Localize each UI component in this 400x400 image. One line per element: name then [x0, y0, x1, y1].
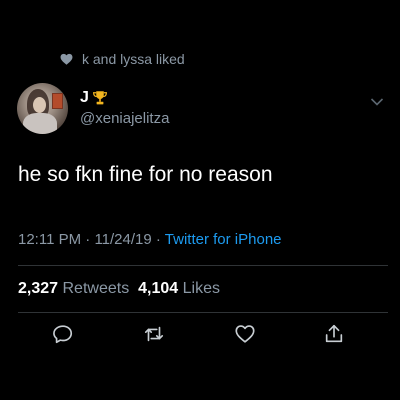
display-name[interactable]: J: [80, 89, 109, 107]
like-button[interactable]: [233, 322, 257, 346]
share-button[interactable]: [322, 322, 346, 346]
display-name-text: J: [80, 89, 89, 106]
divider: [18, 265, 388, 266]
likes-stat[interactable]: 4,104 Likes: [134, 280, 220, 297]
tweet-meta: 12:11 PM · 11/24/19 · Twitter for iPhone: [18, 231, 282, 248]
avatar[interactable]: [17, 83, 68, 134]
reply-icon: [53, 325, 73, 344]
retweets-stat[interactable]: 2,327 Retweets: [18, 280, 129, 297]
chevron-down-icon[interactable]: [370, 94, 384, 106]
social-context-text: k and lyssa liked: [82, 51, 185, 67]
tweet-source-link[interactable]: Twitter for iPhone: [165, 231, 282, 248]
reply-button[interactable]: [51, 322, 75, 346]
likes-label: Likes: [182, 280, 220, 297]
tweet-time: 12:11 PM: [18, 231, 82, 248]
likes-count: 4,104: [138, 280, 179, 297]
share-icon: [325, 324, 343, 343]
retweet-button[interactable]: [142, 322, 166, 346]
trophy-icon: [92, 91, 107, 105]
divider: [18, 312, 388, 313]
retweet-icon: [144, 326, 164, 342]
retweets-label: Retweets: [62, 280, 130, 297]
tweet-stats: 2,327 Retweets 4,104 Likes: [18, 280, 220, 298]
username[interactable]: @xenia​jelitza: [80, 110, 169, 127]
retweets-count: 2,327: [18, 280, 59, 297]
heart-outline-icon: [235, 325, 255, 343]
heart-icon: [60, 53, 73, 65]
tweet-text: he so fkn fine for no reason: [18, 163, 273, 186]
social-context[interactable]: k and lyssa liked: [60, 51, 185, 67]
action-bar: [0, 322, 400, 350]
tweet-date: 11/24/19: [94, 231, 152, 248]
